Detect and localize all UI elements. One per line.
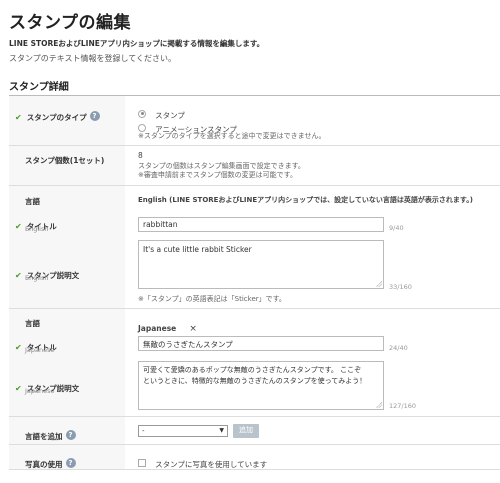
remove-language-icon[interactable]: × bbox=[189, 324, 197, 334]
check-icon: ✔ bbox=[15, 384, 22, 393]
en-desc-counter: 33/160 bbox=[389, 283, 412, 291]
ja-desc-line-2: というときに、特徴的な無敵のうさぎたんのスタンプを使ってみよう！ bbox=[143, 377, 367, 385]
count-label: スタンプ個数(1セット) bbox=[25, 156, 105, 165]
en-desc-note: ※「スタンプ」の英語表記は「Sticker」です。 bbox=[138, 295, 286, 303]
chevron-down-icon: ▼ bbox=[219, 427, 224, 434]
type-note: ※スタンプのタイプを選択すると途中で変更はできません。 bbox=[138, 132, 326, 140]
resize-grip-icon[interactable] bbox=[376, 402, 382, 408]
en-desc-text: It's a cute little rabbit Sticker bbox=[143, 245, 252, 254]
add-language-button[interactable]: 追加 bbox=[233, 424, 259, 438]
check-icon: ✔ bbox=[15, 343, 22, 352]
page-title: スタンプの編集 bbox=[9, 13, 131, 33]
lang-en-label: 言語 bbox=[25, 197, 40, 206]
section-title: スタンプ詳細 bbox=[9, 82, 69, 93]
ja-desc-sublabel: Japanese bbox=[25, 387, 55, 395]
ja-title-input[interactable]: 無敵のうさぎたんスタンプ bbox=[138, 336, 384, 351]
check-icon: ✔ bbox=[15, 113, 22, 122]
en-title-input[interactable]: rabbittan bbox=[138, 217, 384, 232]
row-divider bbox=[9, 469, 500, 470]
check-icon: ✔ bbox=[15, 222, 22, 231]
label-column-bg bbox=[9, 96, 125, 470]
lang-en-value: English (LINE STOREおよびLINEアプリ内ショップでは、設定し… bbox=[138, 195, 498, 205]
row-divider bbox=[9, 444, 500, 445]
page-subtitle: LINE STOREおよびLINEアプリ内ショップに掲載する情報を編集します。 bbox=[9, 39, 265, 48]
en-desc-sublabel: English bbox=[25, 274, 49, 282]
ja-desc-counter: 127/160 bbox=[389, 402, 417, 410]
en-desc-textarea[interactable]: It's a cute little rabbit Sticker bbox=[138, 240, 384, 289]
lang-ja-label: 言語 bbox=[25, 319, 40, 328]
language-select-value: - bbox=[142, 427, 145, 435]
en-title-counter: 9/40 bbox=[389, 224, 404, 232]
row-divider bbox=[9, 185, 500, 186]
page-description: スタンプのテキスト情報を登録してください。 bbox=[9, 54, 177, 63]
ja-title-counter: 24/40 bbox=[389, 344, 408, 352]
lang-ja-value: Japanese bbox=[138, 324, 177, 333]
lang-ja-value-wrap: Japanese × bbox=[138, 316, 197, 335]
check-icon: ✔ bbox=[15, 271, 22, 280]
help-icon[interactable]: ? bbox=[65, 457, 76, 468]
type-label: スタンプのタイプ bbox=[26, 113, 87, 122]
ja-title-sublabel: Japanese bbox=[25, 346, 55, 354]
count-note-2: ※審査申請前までスタンプ個数の変更は可能です。 bbox=[138, 171, 297, 179]
row-divider bbox=[9, 416, 500, 417]
photo-checkbox[interactable] bbox=[138, 458, 146, 467]
lang-en-value-text: English (LINE STOREおよびLINEアプリ内ショップでは、設定し… bbox=[138, 196, 473, 204]
photo-checkbox-label: スタンプに写真を使用しています bbox=[155, 460, 268, 469]
row-divider bbox=[9, 145, 500, 146]
ja-desc-textarea[interactable]: 可愛くて愛嬌のあるポップな無敵のうさぎたんスタンプです。 ここぞ というときに、… bbox=[138, 361, 384, 410]
count-value: 8 bbox=[138, 151, 143, 160]
ja-desc-line-1: 可愛くて愛嬌のあるポップな無敵のうさぎたんスタンプです。 ここぞ bbox=[143, 366, 362, 374]
en-title-sublabel: English bbox=[25, 225, 49, 233]
resize-grip-icon[interactable] bbox=[376, 281, 382, 287]
help-icon[interactable]: ? bbox=[65, 429, 76, 440]
language-select[interactable]: - ▼ bbox=[138, 425, 228, 437]
help-icon[interactable]: ? bbox=[89, 110, 100, 121]
row-divider bbox=[9, 308, 500, 309]
photo-label-text: 写真の使用 bbox=[25, 460, 63, 469]
add-lang-label: 言語を追加? bbox=[25, 424, 76, 443]
add-lang-label-text: 言語を追加 bbox=[25, 432, 63, 441]
type-row-label: ✔ スタンプのタイプ? bbox=[15, 105, 100, 124]
